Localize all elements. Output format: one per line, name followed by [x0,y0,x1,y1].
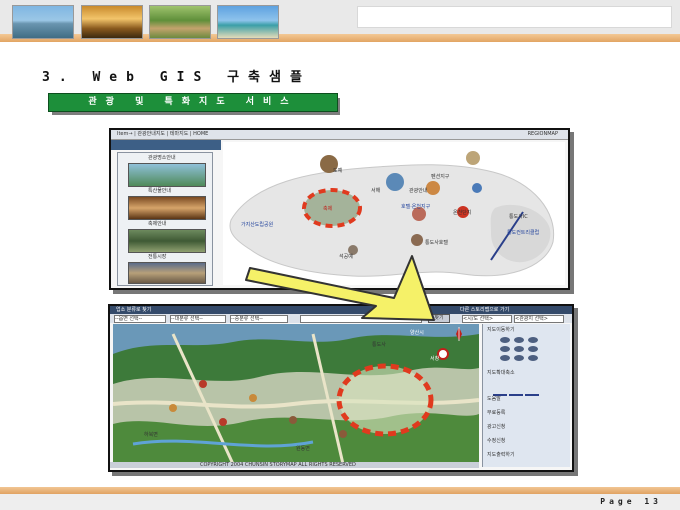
header-title-box [357,6,672,28]
subtitle-banner: 관광 및 특화지도 서비스 [48,93,338,112]
tropical-beach-photo [217,5,279,39]
copyright-text: COPYRIGHT 2004 CHUNSIN STORYMAP ALL RIGH… [200,462,356,468]
screen2-footer: COPYRIGHT 2004 CHUNSIN STORYMAP ALL RIGH… [110,462,479,468]
page-number: Page 13 [600,497,662,506]
menu-item-edit[interactable]: 수정신청 [487,438,505,444]
screen1-toolbar: Item→ | 관광안내지도 | 테마지도 | HOME REGIONMAP [111,130,568,140]
direction-pad[interactable] [497,336,541,362]
screen1-toolbar-logo: REGIONMAP [527,131,558,137]
map-label: 서창 [430,356,440,362]
map-label: 펜션지구 [431,174,450,180]
map-label: 온천단지 [453,210,472,216]
screen2-map[interactable] [113,324,479,466]
page-title: 3. Web GIS 구축샘플 [42,70,311,85]
select-district[interactable]: --읍면 선택-- [114,315,166,323]
map-label: 가지산도립공원 [241,222,274,228]
down-arrow-icon [245,255,435,321]
menu-item-move[interactable]: 지도이동하기 [487,327,515,333]
map-label: 호텔·온천지구 [401,204,431,210]
screen1-nav-bar [111,140,221,150]
beach-pier-photo [12,5,74,39]
screen1-toolbar-menu[interactable]: Item→ | 관광안내지도 | 테마지도 | HOME [117,131,208,137]
sidebar-thumb-map[interactable] [128,163,206,187]
sidebar-item-label: 특산물안내 [148,188,172,194]
map-label: 통도사호텔 [425,240,449,246]
menu-item-register[interactable]: 무료등록 [487,410,505,416]
menu-item-print[interactable]: 지도출력하기 [487,452,515,458]
resort-garden-photo [149,5,211,39]
menu-item-ad[interactable]: 광고신청 [487,424,505,430]
compass-icon [454,326,464,341]
map-label: 통도사IC [509,214,528,220]
sidebar-item-label: 전통시장 [148,254,167,260]
select-tour-spot[interactable]: <관광지 선택> [514,315,564,323]
sidebar-item-label: 축제안내 [148,221,167,227]
map-label: 하북면 [144,432,158,438]
map-label: 축제 [323,206,333,212]
detail-map-screenshot: 업소 분류로 찾기 다른 스토리맵으로 가기 --읍면 선택-- --대분류 선… [108,304,574,472]
screen1-sidebar: 관광명소안내 특산물안내 축제안내 전통시장 [117,152,213,286]
footer-strip [0,487,680,494]
menu-item-zoom[interactable]: 지도확대축소 [487,370,515,376]
sidebar-thumb-market[interactable] [128,262,206,284]
map-label: 원동면 [296,446,310,452]
sidebar-thumb-festival[interactable] [128,229,206,253]
sidebar-item-label: 관광명소안내 [148,155,176,161]
screen2-right-title: 다른 스토리맵으로 가기 [460,307,510,313]
map-label: 관광안내 [409,188,428,194]
map-label: 양산시 [410,330,424,336]
zoom-slider[interactable] [493,382,539,396]
screen2-search-title: 업소 분류로 찾기 [116,307,152,313]
map-label: 통도컨트리클럽 [507,230,540,236]
map-label: 서해 [371,188,381,194]
select-category[interactable]: --대분류 선택-- [170,315,226,323]
footer-band [0,494,680,510]
map-label: 도예 [333,168,343,174]
sidebar-thumb-food[interactable] [128,196,206,220]
sunset-palms-photo [81,5,143,39]
map-label: 통도사 [372,342,386,348]
select-region[interactable]: <시/도 선택> [462,315,512,323]
screen2-side-menu: 지도이동하기 지도확대축소 도움말 무료등록 광고신청 수정신청 지도출력하기 [482,324,570,467]
menu-item-help[interactable]: 도움말 [487,396,501,402]
